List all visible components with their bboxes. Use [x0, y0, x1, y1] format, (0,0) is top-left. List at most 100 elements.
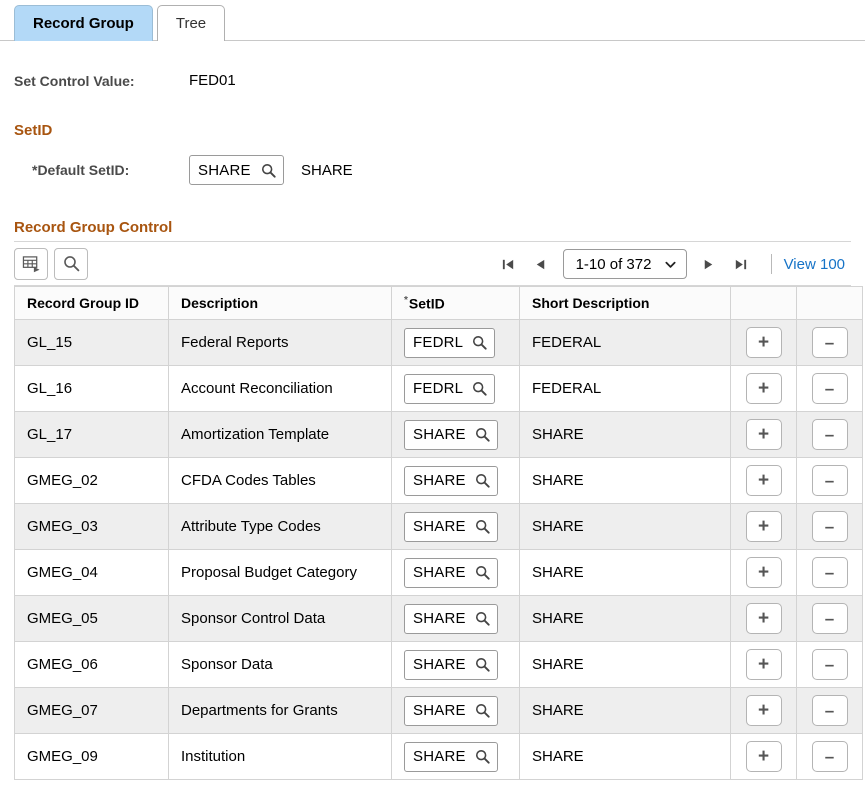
- cell-add-row: +: [730, 733, 797, 780]
- default-setid-description: SHARE: [301, 161, 353, 179]
- delete-row-button[interactable]: –: [811, 419, 848, 450]
- add-row-button[interactable]: +: [745, 373, 782, 404]
- add-row-button[interactable]: +: [745, 465, 782, 496]
- cell-add-row: +: [730, 641, 797, 688]
- setid-value: SHARE: [413, 472, 466, 489]
- tab-record-group[interactable]: Record Group: [14, 5, 153, 41]
- add-row-button[interactable]: +: [745, 649, 782, 680]
- cell-short-description: SHARE: [519, 457, 731, 504]
- page-range-label: 1-10 of 372: [575, 255, 652, 273]
- add-row-button[interactable]: +: [745, 511, 782, 542]
- cell-record-group-id: GMEG_06: [14, 641, 169, 688]
- delete-row-button[interactable]: –: [811, 741, 848, 772]
- setid-input[interactable]: SHARE: [404, 649, 498, 680]
- setid-value: SHARE: [413, 610, 466, 627]
- cell-delete-row: –: [796, 503, 863, 550]
- cell-short-description: FEDERAL: [519, 365, 731, 412]
- cell-short-description: SHARE: [519, 411, 731, 458]
- setid-input[interactable]: SHARE: [404, 557, 498, 588]
- magnifier-icon[interactable]: [475, 611, 490, 626]
- magnifier-icon[interactable]: [475, 749, 490, 764]
- cell-short-description: SHARE: [519, 733, 731, 780]
- add-row-button[interactable]: +: [745, 419, 782, 450]
- grid-body: GL_15 Federal Reports FEDRL FEDERAL + – GL_16 A…: [14, 319, 863, 780]
- table-row: GMEG_05 Sponsor Control Data SHARE SHARE + –: [14, 595, 863, 642]
- record-group-grid-wrapper: Record Group ID Description SetID Short …: [14, 286, 863, 780]
- cell-delete-row: –: [796, 549, 863, 596]
- setid-input[interactable]: SHARE: [404, 511, 498, 542]
- add-row-button[interactable]: +: [745, 557, 782, 588]
- delete-row-button[interactable]: –: [811, 327, 848, 358]
- table-row: GMEG_09 Institution SHARE SHARE + –: [14, 733, 863, 780]
- delete-row-button[interactable]: –: [811, 465, 848, 496]
- setid-input[interactable]: SHARE: [404, 741, 498, 772]
- cell-delete-row: –: [796, 457, 863, 504]
- setid-input[interactable]: FEDRL: [404, 373, 496, 404]
- page-range-select[interactable]: 1-10 of 372: [562, 249, 687, 279]
- magnifier-icon[interactable]: [475, 565, 490, 580]
- cell-description: Federal Reports: [168, 319, 392, 366]
- cell-setid: SHARE: [391, 503, 520, 550]
- set-control-value-label: Set Control Value:: [14, 72, 135, 89]
- cell-short-description: FEDERAL: [519, 319, 731, 366]
- chevron-down-icon[interactable]: [664, 258, 677, 271]
- column-header-description[interactable]: Description: [168, 286, 392, 320]
- cell-delete-row: –: [796, 365, 863, 412]
- cell-setid: SHARE: [391, 411, 520, 458]
- magnifier-icon[interactable]: [475, 657, 490, 672]
- first-page-icon[interactable]: [493, 249, 525, 279]
- magnifier-icon[interactable]: [261, 163, 276, 178]
- pager-divider: [770, 254, 772, 274]
- setid-input[interactable]: FEDRL: [404, 327, 496, 358]
- cell-description: Account Reconciliation: [168, 365, 392, 412]
- setid-input[interactable]: SHARE: [404, 695, 498, 726]
- cell-delete-row: –: [796, 641, 863, 688]
- delete-row-button[interactable]: –: [811, 649, 848, 680]
- cell-description: CFDA Codes Tables: [168, 457, 392, 504]
- column-header-record-group-id[interactable]: Record Group ID: [14, 286, 169, 320]
- add-row-button[interactable]: +: [745, 603, 782, 634]
- previous-page-icon[interactable]: [525, 249, 557, 279]
- magnifier-icon[interactable]: [475, 703, 490, 718]
- grid-personalize-icon[interactable]: [14, 247, 48, 280]
- cell-delete-row: –: [796, 687, 863, 734]
- last-page-icon[interactable]: [725, 249, 757, 279]
- cell-add-row: +: [730, 411, 797, 458]
- cell-delete-row: –: [796, 733, 863, 780]
- add-row-button[interactable]: +: [745, 741, 782, 772]
- cell-record-group-id: GL_17: [14, 411, 169, 458]
- default-setid-input[interactable]: SHARE: [189, 155, 284, 185]
- cell-record-group-id: GMEG_07: [14, 687, 169, 734]
- magnifier-icon[interactable]: [475, 519, 490, 534]
- cell-description: Attribute Type Codes: [168, 503, 392, 550]
- magnifier-icon[interactable]: [472, 381, 487, 396]
- add-row-button[interactable]: +: [745, 695, 782, 726]
- delete-row-button[interactable]: –: [811, 603, 848, 634]
- grid-header-row: Record Group ID Description SetID Short …: [14, 286, 863, 320]
- tab-record-group-label: Record Group: [33, 15, 134, 32]
- column-header-setid[interactable]: SetID: [391, 286, 520, 320]
- view-all-link[interactable]: View 100: [784, 256, 845, 273]
- add-row-button[interactable]: +: [745, 327, 782, 358]
- magnifier-icon[interactable]: [475, 473, 490, 488]
- magnifier-icon[interactable]: [472, 335, 487, 350]
- setid-input[interactable]: SHARE: [404, 465, 498, 496]
- setid-value: FEDRL: [413, 380, 464, 397]
- search-icon[interactable]: [54, 247, 88, 280]
- setid-value: SHARE: [413, 702, 466, 719]
- tab-tree[interactable]: Tree: [156, 5, 226, 41]
- cell-delete-row: –: [796, 595, 863, 642]
- cell-setid: SHARE: [391, 595, 520, 642]
- delete-row-button[interactable]: –: [811, 695, 848, 726]
- setid-input[interactable]: SHARE: [404, 419, 498, 450]
- column-header-short-description[interactable]: Short Description: [519, 286, 731, 320]
- next-page-icon[interactable]: [693, 249, 725, 279]
- delete-row-button[interactable]: –: [811, 373, 848, 404]
- delete-row-button[interactable]: –: [811, 511, 848, 542]
- delete-row-button[interactable]: –: [811, 557, 848, 588]
- table-row: GL_16 Account Reconciliation FEDRL FEDERAL +…: [14, 365, 863, 412]
- setid-input[interactable]: SHARE: [404, 603, 498, 634]
- cell-description: Proposal Budget Category: [168, 549, 392, 596]
- magnifier-icon[interactable]: [475, 427, 490, 442]
- cell-delete-row: –: [796, 411, 863, 458]
